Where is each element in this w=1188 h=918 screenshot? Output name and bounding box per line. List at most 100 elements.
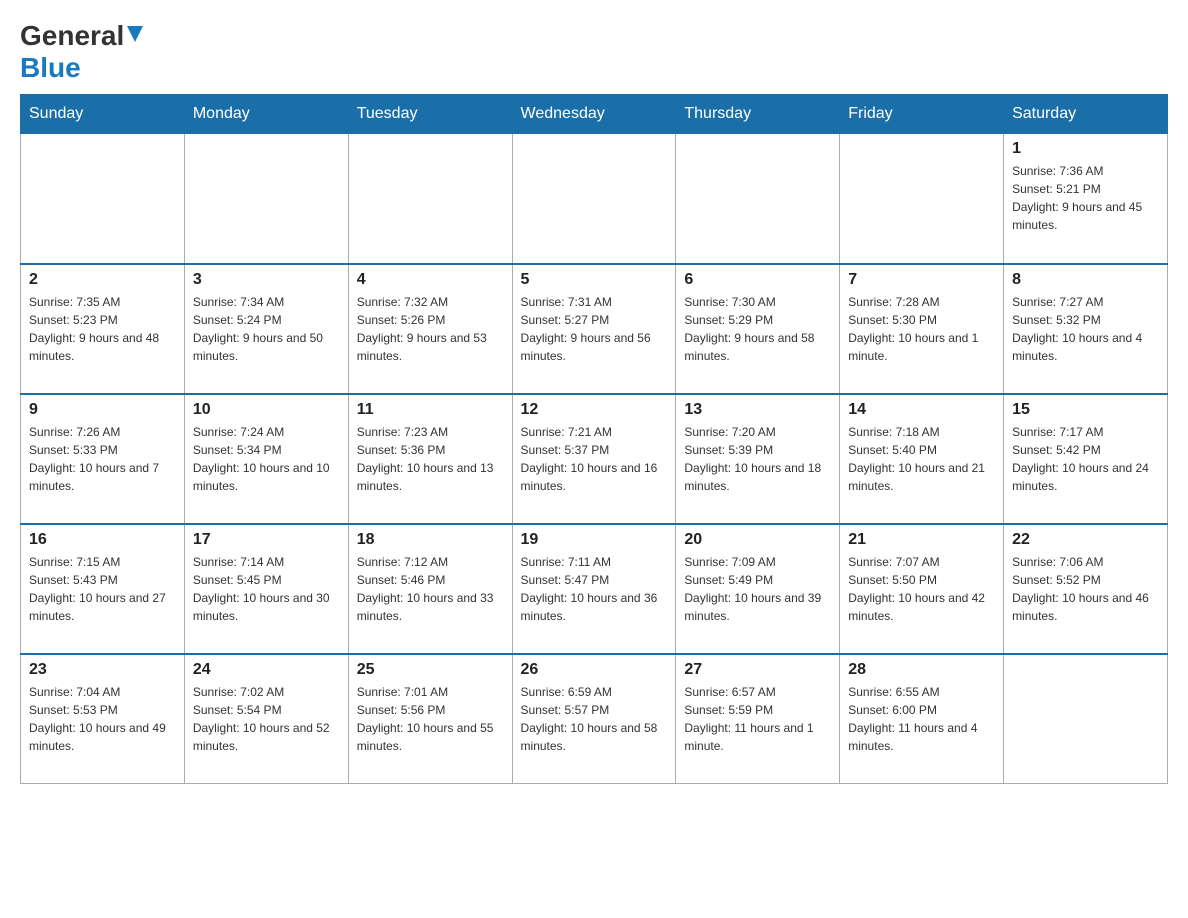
calendar-day-cell: 3 Sunrise: 7:34 AMSunset: 5:24 PMDaylight…	[184, 264, 348, 394]
calendar-day-cell: 13Sunrise: 7:20 AMSunset: 5:39 PMDayligh…	[676, 394, 840, 524]
day-info: Sunrise: 7:21 AMSunset: 5:37 PMDaylight:…	[521, 423, 668, 495]
day-info: Sunrise: 7:04 AMSunset: 5:53 PMDaylight:…	[29, 683, 176, 755]
calendar-day-cell: 28 Sunrise: 6:55 AMSunset: 6:00 PMDayligh…	[840, 654, 1004, 784]
calendar-day-cell: 12 Sunrise: 7:21 AMSunset: 5:37 PMDayligh…	[512, 394, 676, 524]
day-number: 13	[684, 401, 831, 419]
calendar-day-cell: 20 Sunrise: 7:09 AMSunset: 5:49 PMDayligh…	[676, 524, 840, 654]
day-info: Sunrise: 7:27 AMSunset: 5:32 PMDaylight:…	[1012, 293, 1159, 365]
day-info: Sunrise: 7:26 AMSunset: 5:33 PMDaylight:…	[29, 423, 176, 495]
day-number: 16	[29, 531, 176, 549]
day-number: 7	[848, 271, 995, 289]
day-number: 28	[848, 661, 995, 679]
day-number: 20	[684, 531, 831, 549]
calendar-day-cell: 27 Sunrise: 6:57 AMSunset: 5:59 PMDayligh…	[676, 654, 840, 784]
calendar-day-cell	[184, 134, 348, 264]
day-info: Sunrise: 7:35 AMSunset: 5:23 PMDaylight:…	[29, 293, 176, 365]
day-info: Sunrise: 7:23 AMSunset: 5:36 PMDaylight:…	[357, 423, 504, 495]
calendar-day-cell: 18 Sunrise: 7:12 AMSunset: 5:46 PMDayligh…	[348, 524, 512, 654]
calendar-day-cell: 16 Sunrise: 7:15 AMSunset: 5:43 PMDayligh…	[21, 524, 185, 654]
day-number: 24	[193, 661, 340, 679]
calendar-day-cell: 4 Sunrise: 7:32 AMSunset: 5:26 PMDaylight…	[348, 264, 512, 394]
day-number: 27	[684, 661, 831, 679]
day-info: Sunrise: 6:59 AMSunset: 5:57 PMDaylight:…	[521, 683, 668, 755]
day-number: 4	[357, 271, 504, 289]
day-info: Sunrise: 7:06 AMSunset: 5:52 PMDaylight:…	[1012, 553, 1159, 625]
calendar-day-cell: 10 Sunrise: 7:24 AMSunset: 5:34 PMDayligh…	[184, 394, 348, 524]
day-header-saturday: Saturday	[1004, 95, 1168, 134]
calendar-day-cell	[1004, 654, 1168, 784]
day-number: 3	[193, 271, 340, 289]
day-info: Sunrise: 7:17 AMSunset: 5:42 PMDaylight:…	[1012, 423, 1159, 495]
calendar-day-cell: 21 Sunrise: 7:07 AMSunset: 5:50 PMDayligh…	[840, 524, 1004, 654]
logo: General Blue	[20, 20, 146, 84]
calendar-day-cell: 11 Sunrise: 7:23 AMSunset: 5:36 PMDayligh…	[348, 394, 512, 524]
calendar-day-cell: 15 Sunrise: 7:17 AMSunset: 5:42 PMDayligh…	[1004, 394, 1168, 524]
calendar-day-cell: 24 Sunrise: 7:02 AMSunset: 5:54 PMDayligh…	[184, 654, 348, 784]
calendar-day-cell	[676, 134, 840, 264]
calendar-day-cell: 5 Sunrise: 7:31 AMSunset: 5:27 PMDaylight…	[512, 264, 676, 394]
day-number: 22	[1012, 531, 1159, 549]
day-number: 18	[357, 531, 504, 549]
day-info: Sunrise: 7:12 AMSunset: 5:46 PMDaylight:…	[357, 553, 504, 625]
calendar-week-row: 23 Sunrise: 7:04 AMSunset: 5:53 PMDayligh…	[21, 654, 1168, 784]
day-number: 12	[521, 401, 668, 419]
calendar-day-cell	[348, 134, 512, 264]
calendar-day-cell: 2 Sunrise: 7:35 AMSunset: 5:23 PMDaylight…	[21, 264, 185, 394]
day-number: 21	[848, 531, 995, 549]
calendar-day-cell	[840, 134, 1004, 264]
day-header-tuesday: Tuesday	[348, 95, 512, 134]
day-info: Sunrise: 7:01 AMSunset: 5:56 PMDaylight:…	[357, 683, 504, 755]
calendar-table: SundayMondayTuesdayWednesdayThursdayFrid…	[20, 94, 1168, 784]
calendar-day-cell: 22 Sunrise: 7:06 AMSunset: 5:52 PMDayligh…	[1004, 524, 1168, 654]
calendar-day-cell	[21, 134, 185, 264]
calendar-day-cell: 1 Sunrise: 7:36 AMSunset: 5:21 PMDaylight…	[1004, 134, 1168, 264]
day-header-monday: Monday	[184, 95, 348, 134]
day-number: 14	[848, 401, 995, 419]
calendar-day-cell: 9Sunrise: 7:26 AMSunset: 5:33 PMDaylight…	[21, 394, 185, 524]
calendar-day-cell: 6 Sunrise: 7:30 AMSunset: 5:29 PMDaylight…	[676, 264, 840, 394]
calendar-day-cell: 7Sunrise: 7:28 AMSunset: 5:30 PMDaylight…	[840, 264, 1004, 394]
day-info: Sunrise: 7:34 AMSunset: 5:24 PMDaylight:…	[193, 293, 340, 365]
calendar-week-row: 1 Sunrise: 7:36 AMSunset: 5:21 PMDaylight…	[21, 134, 1168, 264]
day-number: 2	[29, 271, 176, 289]
calendar-day-cell	[512, 134, 676, 264]
day-number: 1	[1012, 140, 1159, 158]
day-info: Sunrise: 7:14 AMSunset: 5:45 PMDaylight:…	[193, 553, 340, 625]
calendar-day-cell: 25 Sunrise: 7:01 AMSunset: 5:56 PMDayligh…	[348, 654, 512, 784]
day-number: 6	[684, 271, 831, 289]
day-info: Sunrise: 7:31 AMSunset: 5:27 PMDaylight:…	[521, 293, 668, 365]
day-number: 10	[193, 401, 340, 419]
day-number: 19	[521, 531, 668, 549]
day-info: Sunrise: 7:15 AMSunset: 5:43 PMDaylight:…	[29, 553, 176, 625]
day-number: 15	[1012, 401, 1159, 419]
day-header-wednesday: Wednesday	[512, 95, 676, 134]
calendar-day-cell: 14 Sunrise: 7:18 AMSunset: 5:40 PMDayligh…	[840, 394, 1004, 524]
page-header: General Blue	[20, 20, 1168, 84]
calendar-week-row: 2 Sunrise: 7:35 AMSunset: 5:23 PMDaylight…	[21, 264, 1168, 394]
day-number: 11	[357, 401, 504, 419]
day-header-sunday: Sunday	[21, 95, 185, 134]
logo-blue-text: Blue	[20, 52, 81, 83]
calendar-day-cell: 17Sunrise: 7:14 AMSunset: 5:45 PMDayligh…	[184, 524, 348, 654]
day-info: Sunrise: 7:18 AMSunset: 5:40 PMDaylight:…	[848, 423, 995, 495]
calendar-header-row: SundayMondayTuesdayWednesdayThursdayFrid…	[21, 95, 1168, 134]
day-info: Sunrise: 6:57 AMSunset: 5:59 PMDaylight:…	[684, 683, 831, 755]
day-info: Sunrise: 7:36 AMSunset: 5:21 PMDaylight:…	[1012, 162, 1159, 234]
day-info: Sunrise: 7:30 AMSunset: 5:29 PMDaylight:…	[684, 293, 831, 365]
day-info: Sunrise: 7:11 AMSunset: 5:47 PMDaylight:…	[521, 553, 668, 625]
day-info: Sunrise: 7:24 AMSunset: 5:34 PMDaylight:…	[193, 423, 340, 495]
calendar-day-cell: 8Sunrise: 7:27 AMSunset: 5:32 PMDaylight…	[1004, 264, 1168, 394]
day-number: 5	[521, 271, 668, 289]
day-number: 25	[357, 661, 504, 679]
calendar-week-row: 16 Sunrise: 7:15 AMSunset: 5:43 PMDayligh…	[21, 524, 1168, 654]
logo-general-text: General	[20, 20, 124, 52]
day-number: 23	[29, 661, 176, 679]
day-header-friday: Friday	[840, 95, 1004, 134]
day-info: Sunrise: 6:55 AMSunset: 6:00 PMDaylight:…	[848, 683, 995, 755]
day-info: Sunrise: 7:07 AMSunset: 5:50 PMDaylight:…	[848, 553, 995, 625]
day-info: Sunrise: 7:32 AMSunset: 5:26 PMDaylight:…	[357, 293, 504, 365]
day-info: Sunrise: 7:02 AMSunset: 5:54 PMDaylight:…	[193, 683, 340, 755]
calendar-day-cell: 23 Sunrise: 7:04 AMSunset: 5:53 PMDayligh…	[21, 654, 185, 784]
day-info: Sunrise: 7:09 AMSunset: 5:49 PMDaylight:…	[684, 553, 831, 625]
calendar-day-cell: 26Sunrise: 6:59 AMSunset: 5:57 PMDayligh…	[512, 654, 676, 784]
